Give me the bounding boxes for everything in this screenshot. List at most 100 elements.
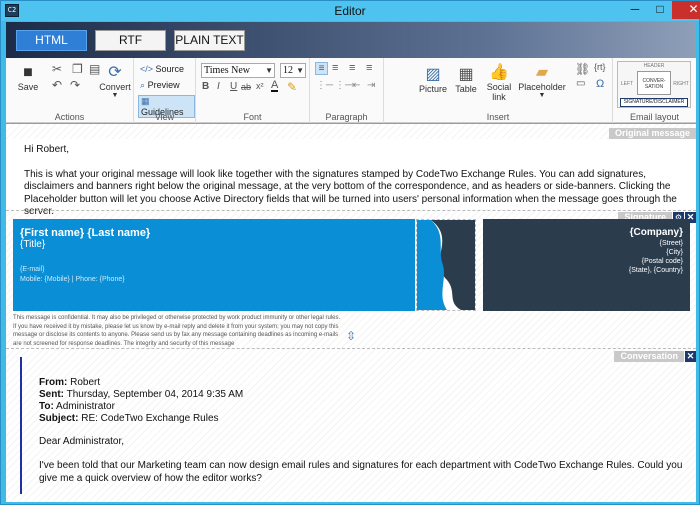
maximize-button[interactable]: □	[648, 1, 672, 19]
format-bar: HTML RTF PLAIN TEXT	[6, 22, 696, 58]
align-right-icon[interactable]: ≡	[349, 62, 355, 74]
italic-icon[interactable]: I	[217, 81, 220, 92]
horizontal-line-icon[interactable]: ▭	[576, 78, 585, 89]
layout-right[interactable]: RIGHT	[672, 74, 690, 94]
bullets-icon[interactable]: ⋮─	[316, 80, 333, 91]
signature-block[interactable]: {First name} {Last name} {Title} {E-mail…	[13, 219, 690, 311]
font-family-value: Times New Roman	[204, 65, 251, 76]
actions-label: Actions	[54, 112, 85, 122]
superscript-icon[interactable]: x²	[256, 81, 264, 91]
redo-icon[interactable]: ↷	[70, 78, 80, 92]
conversation-block[interactable]: From: Robert Sent: Thursday, September 0…	[20, 357, 695, 494]
font-color-icon[interactable]: A	[271, 80, 279, 92]
font-family-select[interactable]: Times New Roman ▼	[201, 63, 275, 78]
signature-company: {Company}	[629, 227, 683, 238]
view-label: View	[154, 112, 175, 122]
numbering-icon[interactable]: ⋮─	[335, 80, 352, 91]
cut-icon[interactable]: ✂	[52, 62, 62, 76]
close-button[interactable]: ✕	[672, 1, 700, 19]
thumbs-up-icon: 👍	[489, 64, 509, 81]
underline-icon[interactable]: U	[230, 81, 237, 92]
source-button[interactable]: </> Source	[140, 64, 184, 74]
omega-icon[interactable]: Ω	[596, 78, 604, 90]
signature-postal: {Postal code}	[641, 258, 683, 265]
signature-email: {E-mail}	[20, 266, 45, 273]
original-body: This is what your original message will …	[24, 168, 677, 218]
sent-label: Sent:	[39, 389, 64, 400]
save-button[interactable]: ■ Save	[14, 64, 42, 92]
social-link-label: Social link	[486, 82, 512, 102]
section-divider	[6, 348, 696, 349]
chevron-down-icon: ▼	[111, 92, 119, 99]
section-divider	[6, 210, 696, 211]
email-layout-label: Email layout	[629, 112, 680, 122]
floppy-icon: ■	[23, 64, 33, 81]
placeholder-label: Placeholder	[518, 82, 566, 92]
disclaimer-text[interactable]: This message is confidential. It may als…	[13, 314, 343, 347]
conv-subject: Subject: RE: CodeTwo Exchange Rules	[39, 413, 219, 424]
subject-label: Subject:	[39, 413, 79, 424]
editor-canvas[interactable]: Original message Hi Robert, This is what…	[6, 124, 696, 502]
minimize-button[interactable]: ─	[623, 1, 647, 19]
layout-signature-disclaimer[interactable]: SIGNATURE/DISCLAIMER	[620, 98, 688, 107]
preview-button[interactable]: ⌕ Preview	[140, 80, 180, 91]
placeholder-code-icon[interactable]: {rt}	[594, 62, 606, 72]
to-value: Administrator	[56, 401, 115, 412]
conv-greeting: Dear Administrator,	[39, 436, 125, 447]
strikethrough-icon[interactable]: ab	[241, 82, 251, 92]
tab-plain-text[interactable]: PLAIN TEXT	[174, 30, 245, 51]
align-left-icon[interactable]: ≡	[315, 62, 328, 75]
signature-state: {State}, {Country}	[628, 267, 683, 274]
chevron-down-icon: ▼	[538, 92, 546, 99]
tab-html[interactable]: HTML	[16, 30, 87, 51]
outdent-icon[interactable]: ⇤	[352, 80, 360, 91]
layout-conversation[interactable]: CONVER-SATION	[637, 71, 671, 95]
group-insert: ▨ Picture ▦ Table 👍 Social link ▰ Placeholde…	[384, 58, 613, 123]
table-button[interactable]: ▦ Table	[452, 66, 480, 94]
highlight-icon[interactable]: ✎	[287, 80, 297, 94]
copy-icon[interactable]: ❐	[72, 62, 83, 76]
align-center-icon[interactable]: ≡	[332, 62, 338, 74]
paragraph-label: Paragraph	[325, 112, 368, 122]
group-email-layout: HEADER LEFT CONVER-SATION RIGHT SIGNATUR…	[613, 58, 696, 123]
tab-rtf[interactable]: RTF	[95, 30, 166, 51]
conv-sent: Sent: Thursday, September 04, 2014 9:35 …	[39, 389, 243, 400]
signature-street: {Street}	[659, 240, 683, 247]
signature-name: {First name} {Last name}	[20, 227, 151, 239]
picture-button[interactable]: ▨ Picture	[418, 66, 448, 94]
table-icon: ▦	[458, 66, 474, 83]
font-size-select[interactable]: 12 ▼	[280, 63, 306, 78]
save-label: Save	[17, 82, 39, 92]
picture-icon: ▨	[425, 66, 441, 83]
signature-phones: Mobile: {Mobile} | Phone: {Phone}	[20, 276, 125, 283]
convert-icon: ⟳	[108, 64, 122, 81]
original-message[interactable]: Hi Robert, This is what your original me…	[24, 144, 689, 219]
resize-handle-icon[interactable]: ⇳	[346, 329, 356, 343]
grid-icon: ▦	[141, 96, 150, 106]
justify-icon[interactable]: ≡	[366, 62, 372, 74]
code-icon: </>	[140, 64, 154, 74]
picture-label: Picture	[418, 84, 447, 94]
indent-icon[interactable]: ⇥	[367, 80, 375, 91]
placeholder-button[interactable]: ▰ Placeholder ▼	[518, 64, 566, 99]
layout-header[interactable]: HEADER	[618, 62, 690, 70]
signature-right-panel: {Company} {Street} {City} {Postal code} …	[483, 219, 690, 311]
group-actions: ■ Save ✂ ❐ ▤ ↶ ↷ ⟳ Convert ▼ Actions	[6, 58, 134, 123]
bold-icon[interactable]: B	[202, 81, 209, 92]
social-link-button[interactable]: 👍 Social link	[484, 64, 514, 102]
link-icon[interactable]: ⛓	[575, 62, 590, 76]
layout-left[interactable]: LEFT	[618, 74, 636, 94]
group-font: Times New Roman▼ 12▼ B I U ab x² A ✎ Fon…	[196, 58, 310, 123]
conv-to: To: Administrator	[39, 401, 115, 412]
chevron-down-icon: ▼	[296, 66, 304, 75]
app-icon: C2	[5, 4, 19, 17]
signature-title: {Title}	[20, 239, 46, 250]
convert-button[interactable]: ⟳ Convert ▼	[99, 64, 131, 99]
group-paragraph: ≡ ≡ ≡ ≡ ⋮─ ⋮─ ⇤ ⇥ Paragraph	[310, 58, 384, 123]
conv-from: From: Robert	[39, 377, 100, 388]
original-greeting: Hi Robert,	[24, 144, 70, 155]
sent-value: Thursday, September 04, 2014 9:35 AM	[66, 389, 244, 400]
subject-value: RE: CodeTwo Exchange Rules	[81, 413, 219, 424]
folder-icon: ▰	[535, 64, 549, 81]
undo-icon[interactable]: ↶	[52, 78, 62, 92]
